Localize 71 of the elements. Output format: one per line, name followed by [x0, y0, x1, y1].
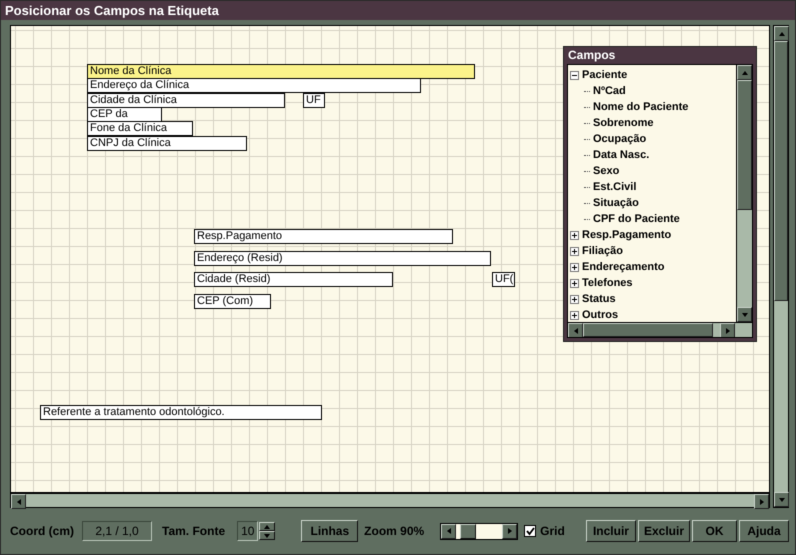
tree-item[interactable]: NºCad: [593, 85, 626, 97]
coord-value: 2,1 / 1,0: [82, 521, 152, 541]
label-field[interactable]: CEP (Com): [194, 294, 271, 309]
window-title: Posicionar os Campos na Etiqueta: [1, 1, 795, 20]
right-arrow-icon: [724, 326, 732, 334]
down-arrow-icon: [740, 310, 748, 318]
tree-item[interactable]: Filiação: [582, 245, 623, 257]
tree-item[interactable]: Data Nasc.: [593, 149, 650, 161]
tree-item[interactable]: CPF do Paciente: [593, 213, 680, 225]
zoom-label: Zoom 90%: [364, 524, 424, 538]
spin-up-button[interactable]: [259, 522, 276, 531]
label-field[interactable]: CEP da: [87, 107, 162, 122]
expand-icon[interactable]: [570, 294, 579, 304]
label-field[interactable]: Fone da Clínica: [87, 121, 193, 136]
action-button[interactable]: Excluir: [638, 520, 690, 542]
action-button[interactable]: Incluir: [586, 520, 636, 542]
left-arrow-icon: [572, 326, 580, 334]
tree-item[interactable]: Nome do Paciente: [593, 101, 688, 113]
label-field[interactable]: UF: [303, 93, 325, 108]
label-field[interactable]: Resp.Pagamento: [194, 229, 453, 244]
label-field[interactable]: Referente a tratamento odontológico.: [40, 405, 322, 420]
up-arrow-icon: [263, 522, 272, 530]
expand-icon[interactable]: [570, 310, 579, 320]
grid-label: Grid: [540, 524, 565, 538]
tree-item[interactable]: Paciente: [582, 69, 628, 81]
tree-item[interactable]: Endereçamento: [582, 261, 665, 273]
down-arrow-icon: [778, 496, 786, 504]
horizontal-scrollbar[interactable]: [10, 493, 770, 508]
up-arrow-icon: [778, 30, 786, 38]
lines-button[interactable]: Linhas: [301, 520, 358, 542]
tree-item[interactable]: Sobrenome: [593, 117, 654, 129]
slider-thumb[interactable]: [460, 524, 476, 538]
expand-icon[interactable]: [570, 262, 579, 272]
vertical-scrollbar[interactable]: [736, 65, 752, 322]
left-arrow-icon: [14, 498, 22, 506]
tree-item[interactable]: Resp.Pagamento: [582, 229, 672, 241]
font-size-label: Tam. Fonte: [162, 524, 226, 538]
tree-item[interactable]: Telefones: [582, 277, 633, 289]
tree-item[interactable]: Est.Civil: [593, 181, 636, 193]
label-field[interactable]: Cidade da Clínica: [87, 93, 285, 108]
tree-item[interactable]: Status: [582, 293, 616, 305]
label-field[interactable]: Cidade (Resid): [194, 272, 393, 287]
tree-item[interactable]: Ocupação: [593, 133, 646, 145]
action-button[interactable]: OK: [692, 520, 737, 542]
label-field[interactable]: UF(: [492, 272, 515, 287]
spin-down-button[interactable]: [259, 531, 276, 540]
label-field[interactable]: Nome da Clínica: [87, 64, 475, 79]
tree-item[interactable]: Situação: [593, 197, 639, 209]
collapse-icon[interactable]: [570, 70, 579, 80]
tree-item[interactable]: Outros: [582, 309, 618, 321]
left-arrow-icon: [444, 527, 453, 535]
check-icon: [526, 526, 535, 536]
action-button[interactable]: Ajuda: [739, 520, 789, 542]
panel-title: Campos: [567, 47, 616, 64]
label-field[interactable]: Endereço (Resid): [194, 251, 491, 266]
expand-icon[interactable]: [570, 246, 579, 256]
vertical-scrollbar[interactable]: [773, 25, 789, 508]
up-arrow-icon: [740, 68, 748, 76]
right-arrow-icon: [506, 527, 514, 535]
expand-icon[interactable]: [570, 230, 579, 240]
zoom-slider[interactable]: [440, 522, 518, 540]
tree-item[interactable]: Sexo: [593, 165, 620, 177]
horizontal-scrollbar[interactable]: [568, 322, 752, 337]
coord-label: Coord (cm): [10, 524, 74, 538]
down-arrow-icon: [263, 532, 272, 540]
font-size-field[interactable]: 10: [237, 521, 258, 541]
right-arrow-icon: [758, 498, 766, 506]
grid-checkbox[interactable]: [524, 525, 536, 537]
expand-icon[interactable]: [570, 278, 579, 288]
label-field[interactable]: CNPJ da Clínica: [87, 136, 247, 151]
label-field[interactable]: Endereço da Clínica: [87, 78, 421, 93]
